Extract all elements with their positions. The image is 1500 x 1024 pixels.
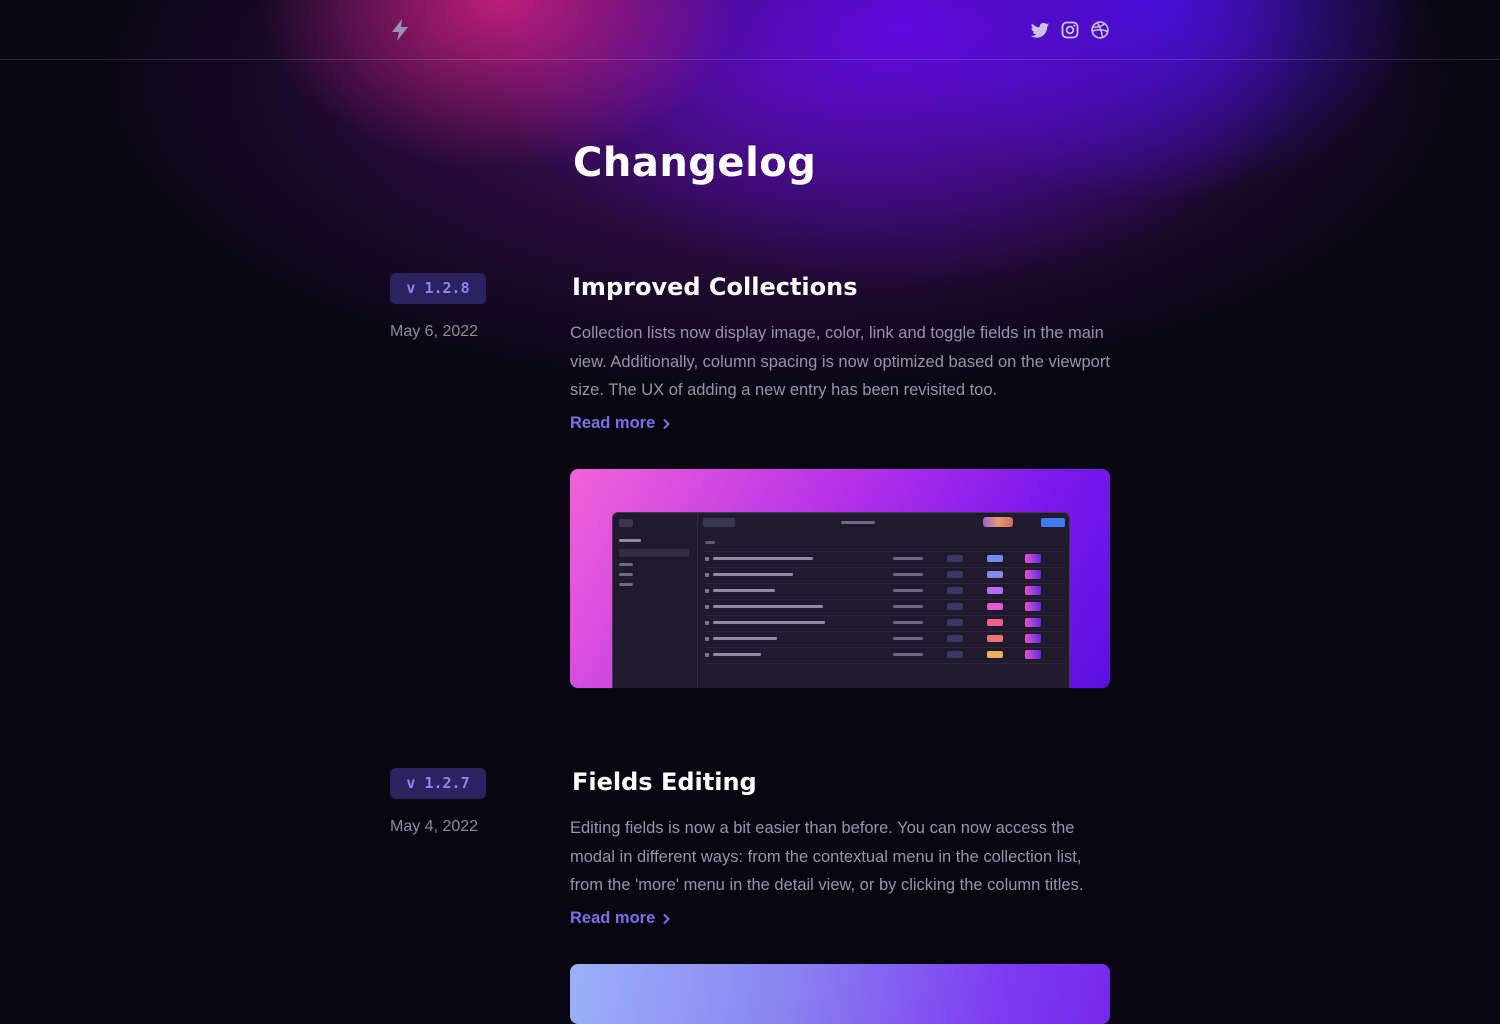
twitter-link[interactable]: [1030, 20, 1050, 40]
entry-screenshot-image: [570, 469, 1110, 688]
instagram-icon: [1061, 21, 1079, 39]
logo-link[interactable]: [390, 19, 410, 41]
table-row: [705, 599, 1065, 616]
table-row: [705, 567, 1065, 584]
top-navbar: [0, 0, 1500, 60]
table-header-shape: [705, 535, 1065, 552]
new-item-button-shape: [703, 518, 735, 527]
table-row: [705, 615, 1065, 632]
back-button-shape: [619, 519, 633, 527]
read-more-label: Read more: [570, 414, 656, 432]
publish-button-shape: [1041, 518, 1065, 527]
sidebar-item-shape: [619, 573, 633, 576]
dribbble-link[interactable]: [1090, 20, 1110, 40]
lightning-bolt-icon: [392, 19, 408, 41]
version-badge: v 1.2.8: [390, 273, 486, 304]
read-more-label: Read more: [570, 909, 656, 927]
app-preview-sidebar: [613, 513, 698, 688]
entry-title: Fields Editing: [572, 768, 757, 796]
twitter-icon: [1030, 22, 1050, 38]
avatars-shape: [983, 517, 1013, 527]
read-more-link[interactable]: Read more: [570, 414, 671, 433]
release-date: May 6, 2022: [390, 323, 479, 340]
version-badge: v 1.2.7: [390, 768, 486, 799]
table-row: [705, 551, 1065, 568]
chevron-right-icon: [663, 913, 671, 924]
sidebar-item-shape: [619, 583, 633, 586]
instagram-link[interactable]: [1060, 20, 1080, 40]
release-date: May 4, 2022: [390, 818, 479, 835]
sidebar-active-item-shape: [619, 549, 689, 557]
entry-description: Editing fields is now a bit easier than …: [570, 819, 1084, 894]
sidebar-item-shape: [619, 563, 633, 566]
read-more-link[interactable]: Read more: [570, 909, 671, 928]
app-preview-mockup: [612, 512, 1070, 688]
table-row: [705, 647, 1065, 664]
entry-description: Collection lists now display image, colo…: [570, 324, 1110, 399]
entry-title: Improved Collections: [572, 273, 858, 301]
sidebar-heading-shape: [619, 539, 641, 542]
header-title-shape: [841, 521, 875, 524]
chevron-right-icon: [663, 418, 671, 429]
table-row: [705, 583, 1065, 600]
table-row: [705, 631, 1065, 648]
dribbble-icon: [1091, 21, 1109, 39]
entry-screenshot-image: [570, 964, 1110, 1024]
page-title: Changelog: [573, 140, 817, 186]
